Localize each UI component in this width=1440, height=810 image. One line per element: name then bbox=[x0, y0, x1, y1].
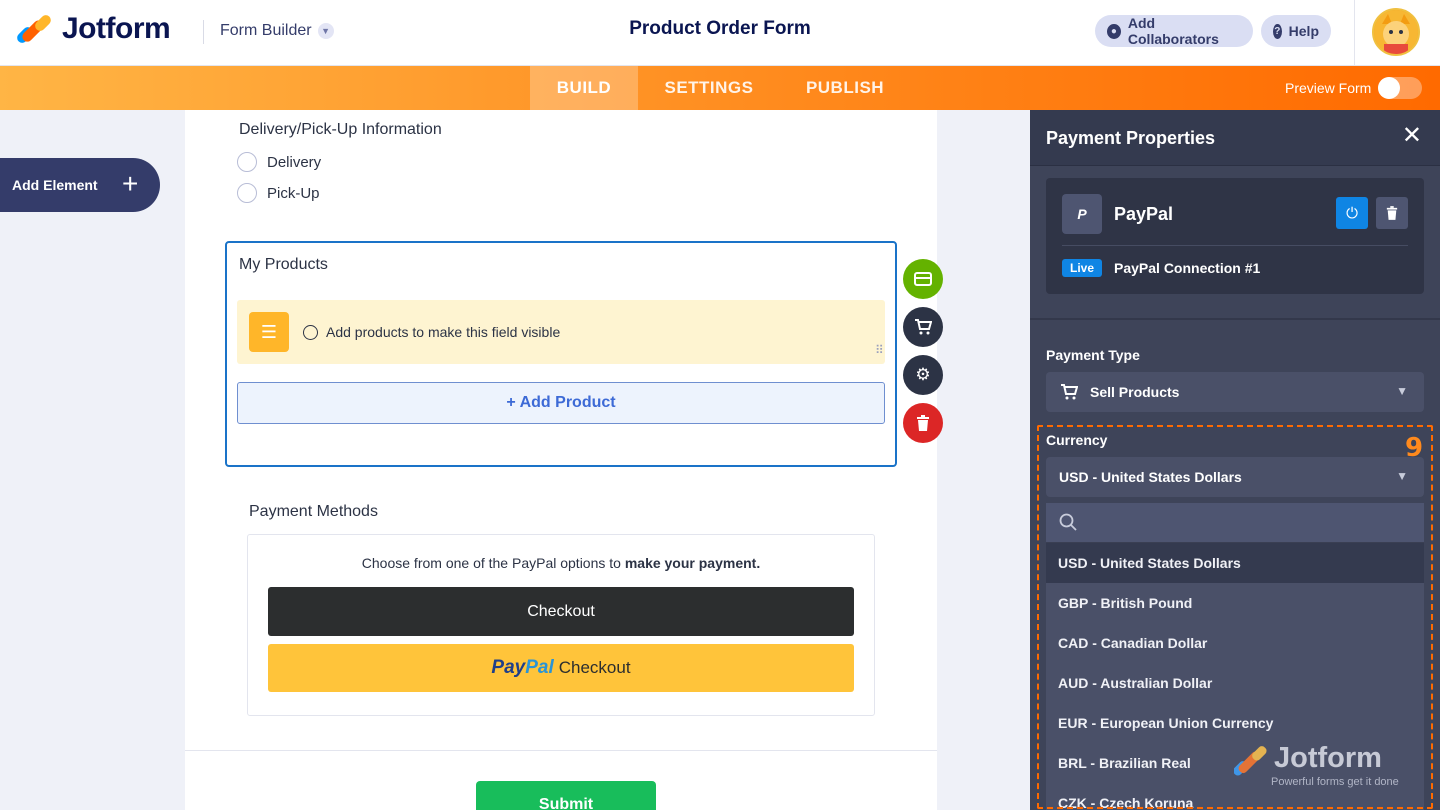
payment-note: Choose from one of the PayPal options to… bbox=[248, 555, 874, 571]
paypal-logo: PayPal bbox=[491, 657, 554, 678]
canvas-divider bbox=[185, 750, 937, 751]
product-list-icon: ☰ bbox=[249, 312, 289, 352]
gateway-card: P PayPal ⏻ Live PayPal Connection #1 bbox=[1046, 178, 1424, 294]
currency-label: Currency bbox=[1046, 432, 1108, 448]
form-builder-dropdown[interactable]: Form Builder ▼ bbox=[220, 22, 334, 40]
top-bar: Jotform Form Builder ▼ Product Order For… bbox=[0, 0, 1440, 66]
header-divider bbox=[203, 20, 204, 44]
cart-icon bbox=[1061, 384, 1078, 400]
help-label: Help bbox=[1288, 23, 1319, 39]
plus-icon: + bbox=[122, 168, 139, 199]
delivery-option[interactable]: Delivery bbox=[237, 152, 321, 172]
pickup-option[interactable]: Pick-Up bbox=[237, 183, 320, 203]
preview-form-toggle[interactable] bbox=[1378, 77, 1422, 99]
drag-handle-icon[interactable]: ⠿ bbox=[875, 344, 885, 356]
currency-dropdown: USD - United States Dollars GBP - Britis… bbox=[1046, 503, 1424, 810]
pickup-option-label: Pick-Up bbox=[267, 184, 320, 202]
products-notice-text: Add products to make this field visible bbox=[326, 324, 561, 340]
currency-search-input[interactable] bbox=[1046, 503, 1424, 543]
payment-methods-label: Payment Methods bbox=[249, 503, 378, 520]
radio-button[interactable] bbox=[237, 183, 257, 203]
currency-option[interactable]: CAD - Canadian Dollar bbox=[1046, 623, 1424, 663]
radio-circle-icon bbox=[303, 324, 318, 340]
avatar-divider bbox=[1354, 0, 1355, 66]
plug-icon[interactable]: ⏻ bbox=[1336, 197, 1368, 229]
currency-option[interactable]: EUR - European Union Currency bbox=[1046, 703, 1424, 743]
my-products-field[interactable]: My Products ☰ Add products to make this … bbox=[225, 241, 897, 467]
payment-type-select[interactable]: Sell Products ▼ bbox=[1046, 372, 1424, 412]
paypal-icon: P bbox=[1062, 194, 1102, 234]
close-icon[interactable]: ✕ bbox=[1402, 124, 1422, 148]
payment-note-text: Choose from one of the PayPal options to bbox=[361, 555, 625, 571]
payment-settings-icon[interactable] bbox=[903, 259, 943, 299]
panel-divider bbox=[1030, 318, 1440, 320]
products-notice: ☰ Add products to make this field visibl… bbox=[237, 300, 885, 364]
tab-publish[interactable]: PUBLISH bbox=[792, 66, 898, 110]
delete-gateway-icon[interactable] bbox=[1376, 197, 1408, 229]
chevron-down-icon: ▼ bbox=[1396, 384, 1408, 398]
gateway-divider bbox=[1062, 245, 1408, 246]
add-product-button[interactable]: + Add Product bbox=[237, 382, 885, 424]
toggle-knob bbox=[1378, 77, 1400, 99]
tab-settings[interactable]: SETTINGS bbox=[652, 66, 766, 110]
form-canvas: Delivery/Pick-Up Information Delivery Pi… bbox=[185, 110, 937, 810]
chevron-down-icon: ▼ bbox=[1396, 469, 1408, 483]
radio-button[interactable] bbox=[237, 152, 257, 172]
avatar[interactable] bbox=[1372, 8, 1420, 56]
panel-title: Payment Properties bbox=[1046, 128, 1216, 148]
tab-build[interactable]: BUILD bbox=[530, 66, 638, 110]
step-number: 9 bbox=[1405, 433, 1424, 463]
currency-option[interactable]: BRL - Brazilian Real bbox=[1046, 743, 1424, 783]
payment-type-value: Sell Products bbox=[1090, 384, 1180, 400]
submit-button[interactable]: Submit bbox=[476, 781, 656, 810]
status-badge: Live bbox=[1062, 259, 1103, 277]
payment-type-label: Payment Type bbox=[1046, 347, 1140, 363]
currency-option[interactable]: USD - United States Dollars bbox=[1046, 543, 1424, 583]
paypal-checkout-label: Checkout bbox=[558, 658, 631, 677]
delivery-option-label: Delivery bbox=[267, 153, 322, 171]
add-collaborators-button[interactable]: ● Add Collaborators bbox=[1095, 15, 1253, 47]
jotform-logo-icon bbox=[15, 12, 53, 46]
payment-methods-box: Choose from one of the PayPal options to… bbox=[247, 534, 875, 716]
gear-icon[interactable]: ⚙ bbox=[903, 355, 943, 395]
connection-name: PayPal Connection #1 bbox=[1114, 260, 1261, 276]
chevron-down-icon: ▼ bbox=[317, 23, 334, 39]
delivery-question-label: Delivery/Pick-Up Information bbox=[239, 121, 442, 138]
form-builder-label: Form Builder bbox=[220, 22, 312, 39]
user-icon: ● bbox=[1107, 23, 1121, 39]
add-collaborators-label: Add Collaborators bbox=[1127, 15, 1219, 47]
cart-icon[interactable] bbox=[903, 307, 943, 347]
currency-option[interactable]: AUD - Australian Dollar bbox=[1046, 663, 1424, 703]
builder-nav: BUILD SETTINGS PUBLISH Preview Form bbox=[0, 66, 1440, 110]
gateway-name: PayPal bbox=[1114, 204, 1174, 224]
currency-select[interactable]: USD - United States Dollars ▼ bbox=[1046, 457, 1424, 497]
trash-icon[interactable] bbox=[903, 403, 943, 443]
my-products-label: My Products bbox=[239, 256, 328, 273]
add-element-button[interactable]: Add Element + bbox=[0, 158, 160, 212]
payment-note-bold: make your payment. bbox=[624, 555, 761, 571]
currency-option[interactable]: GBP - British Pound bbox=[1046, 583, 1424, 623]
panel-header: Payment Properties ✕ bbox=[1030, 110, 1440, 166]
brand-name: Jotform bbox=[62, 12, 171, 45]
paypal-checkout-button[interactable]: PayPal Checkout bbox=[268, 644, 854, 692]
currency-option[interactable]: CZK - Czech Koruna bbox=[1046, 783, 1424, 810]
checkout-button[interactable]: Checkout bbox=[268, 587, 854, 636]
search-icon bbox=[1059, 513, 1077, 531]
help-button[interactable]: ? Help bbox=[1261, 15, 1331, 47]
add-element-label: Add Element bbox=[12, 177, 98, 193]
currency-value: USD - United States Dollars bbox=[1059, 469, 1242, 485]
jotform-logo[interactable]: Jotform bbox=[15, 12, 171, 46]
question-icon: ? bbox=[1273, 23, 1282, 39]
avatar-cat-icon bbox=[1374, 10, 1418, 54]
preview-form-label: Preview Form bbox=[1285, 80, 1372, 96]
